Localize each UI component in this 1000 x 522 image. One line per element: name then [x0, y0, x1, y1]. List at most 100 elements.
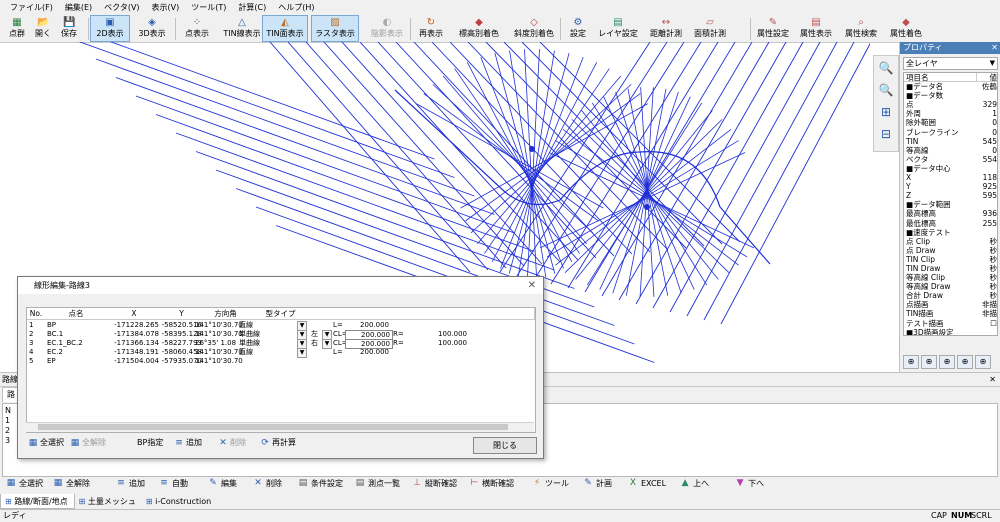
route-action-button[interactable]: ⚡ ツール	[532, 478, 569, 489]
horizontal-scrollbar[interactable]	[26, 422, 534, 432]
toolbar-button-tin-surface[interactable]: ◭ TIN面表示	[262, 15, 308, 42]
toolbar-button-2d-view[interactable]: ▣ 2D表示	[90, 15, 130, 42]
delete-button[interactable]: ✕ 削除	[218, 437, 246, 448]
route-action-button[interactable]: ▤ 測点一覧	[355, 478, 400, 489]
toolbar-button-elevation-color[interactable]: ◆ 標高別着色	[455, 16, 503, 41]
tool-c-icon[interactable]: ⊕	[939, 355, 955, 369]
property-row[interactable]: テスト描画 ☐	[904, 319, 997, 328]
property-row[interactable]: 最高標高 936	[904, 209, 997, 218]
route-action-button[interactable]: ▲ 上へ	[680, 478, 709, 489]
column-header[interactable]: Y	[161, 308, 203, 320]
toolbar-button-attribute-color[interactable]: ◆ 属性着色	[886, 16, 926, 41]
route-action-button[interactable]: ⊢ 横断確認	[469, 478, 514, 489]
toolbar-button-3d-view[interactable]: ◈ 3D表示	[133, 16, 171, 41]
property-row[interactable]: X 118	[904, 173, 997, 182]
column-header[interactable]: X	[107, 308, 162, 320]
route-action-button[interactable]: ▼ 下へ	[735, 478, 764, 489]
property-row[interactable]: 等高線 Draw 秒	[904, 282, 997, 291]
view-tab[interactable]: ⊞ i-Construction	[142, 494, 217, 508]
add-button[interactable]: ≡ 追加	[174, 437, 202, 448]
route-action-button[interactable]: ⊥ 縦断確認	[412, 478, 457, 489]
tool-d-icon[interactable]: ⊕	[957, 355, 973, 369]
layer-select[interactable]: 全レイヤ ▼	[903, 57, 998, 70]
property-row[interactable]: Z 595	[904, 191, 997, 200]
zoom-out-icon[interactable]: 🔍	[876, 80, 896, 100]
property-row[interactable]: ■データ数	[904, 91, 997, 100]
menu-tools[interactable]: ツール(T)	[185, 2, 232, 13]
close-button[interactable]: 閉じる	[473, 437, 537, 454]
property-row[interactable]: ■データ名 佐鶴	[904, 82, 997, 91]
type-dropdown-icon[interactable]: ▼	[297, 348, 307, 358]
route-action-button[interactable]: ≡ 追加	[116, 478, 145, 489]
property-row[interactable]: 点描画 非描	[904, 300, 997, 309]
recalc-button[interactable]: ⟳ 再計算	[260, 437, 296, 448]
menu-vector[interactable]: ベクタ(V)	[98, 2, 145, 13]
view-tab[interactable]: ⊞ 路線/断面/地点	[0, 494, 75, 509]
menu-view[interactable]: 表示(V)	[146, 2, 186, 13]
column-header[interactable]: 型タイプ	[249, 308, 313, 320]
zoom-all-icon[interactable]: ⊟	[876, 124, 896, 144]
property-row[interactable]: Y 925	[904, 182, 997, 191]
zoom-window-icon[interactable]: ⊞	[876, 102, 896, 122]
toolbar-button-point-cloud[interactable]: ▦ 点群	[4, 16, 30, 41]
tool-e-icon[interactable]: ⊕	[975, 355, 991, 369]
property-row[interactable]: ■速度テスト	[904, 228, 997, 237]
property-row[interactable]: 等高線 Clip 秒	[904, 273, 997, 282]
property-row[interactable]: ■データ中心	[904, 164, 997, 173]
toolbar-button-attribute-settings[interactable]: ✎ 属性設定	[752, 16, 794, 41]
toolbar-button-slope-color[interactable]: ◇ 斜度別着色	[510, 16, 558, 41]
route-action-button[interactable]: ▤ 条件設定	[298, 478, 343, 489]
route-action-button[interactable]: ▦ 全選択	[6, 478, 43, 489]
toolbar-button-tin-line[interactable]: △ TIN線表示	[222, 16, 262, 41]
view-tab[interactable]: ⊞ 土量メッシュ	[75, 494, 142, 508]
route-action-button[interactable]: ≡ 自動	[159, 478, 188, 489]
menu-calc[interactable]: 計算(C)	[232, 2, 272, 13]
property-row[interactable]: ベクタ 554	[904, 155, 997, 164]
deselect-all-button[interactable]: ▦ 全解除	[70, 437, 106, 448]
property-row[interactable]: 点 Draw 秒	[904, 246, 997, 255]
toolbar-button-point-display[interactable]: ⁘ 点表示	[178, 16, 216, 41]
route-action-button[interactable]: X EXCEL	[628, 478, 666, 488]
side-dropdown-icon[interactable]: ▼	[322, 339, 332, 349]
property-row[interactable]: TIN Clip 秒	[904, 255, 997, 264]
property-row[interactable]: 点 329	[904, 100, 997, 109]
property-row[interactable]: 除外範囲 0	[904, 118, 997, 127]
property-row[interactable]: TIN 545	[904, 137, 997, 146]
tool-a-icon[interactable]: ⊕	[903, 355, 919, 369]
menu-edit[interactable]: 編集(E)	[59, 2, 98, 13]
property-row[interactable]: ■データ範囲	[904, 200, 997, 209]
property-row[interactable]: TIN描画 非描	[904, 309, 997, 318]
route-action-button[interactable]: ✕ 削除	[253, 478, 282, 489]
toolbar-button-shade[interactable]: ◐ 陰影表示	[366, 16, 408, 41]
toolbar-button-open[interactable]: 📂 開く	[30, 16, 56, 41]
column-header[interactable]: No.	[27, 308, 46, 320]
column-header[interactable]: 点名	[45, 308, 108, 320]
toolbar-button-area-measure[interactable]: ▱ 面積計測	[691, 16, 729, 41]
property-row[interactable]: ブレークライン 0	[904, 128, 997, 137]
toolbar-button-redraw[interactable]: ↻ 再表示	[415, 16, 447, 41]
property-row[interactable]: 最低標高 255	[904, 219, 997, 228]
toolbar-button-raster[interactable]: ▨ ラスタ表示	[311, 15, 359, 42]
toolbar-button-attribute-search[interactable]: ⌕ 属性検索	[840, 16, 882, 41]
property-row[interactable]: ■3D描画設定	[904, 328, 997, 335]
close-icon[interactable]: ✕	[989, 373, 996, 386]
route-action-button[interactable]: ✎ 編集	[208, 478, 237, 489]
tool-b-icon[interactable]: ⊕	[921, 355, 937, 369]
toolbar-button-save[interactable]: 💾 保存	[56, 16, 82, 41]
menu-help[interactable]: ヘルプ(H)	[272, 2, 320, 13]
select-all-button[interactable]: ▦ 全選択	[28, 437, 64, 448]
bp-button[interactable]: BP指定	[137, 437, 163, 448]
property-row[interactable]: 外周 1	[904, 109, 997, 118]
close-icon[interactable]: ✕	[528, 277, 536, 294]
property-row[interactable]: 合計 Draw 秒	[904, 291, 997, 300]
toolbar-button-layer-settings[interactable]: ▤ レイヤ設定	[597, 16, 639, 41]
property-row[interactable]: 等高線 0	[904, 146, 997, 155]
toolbar-button-attribute-display[interactable]: ▤ 属性表示	[796, 16, 836, 41]
route-action-button[interactable]: ✎ 計画	[583, 478, 612, 489]
zoom-in-icon[interactable]: 🔍	[876, 58, 896, 78]
route-action-button[interactable]: ▦ 全解除	[53, 478, 90, 489]
property-row[interactable]: TIN Draw 秒	[904, 264, 997, 273]
property-row[interactable]: 点 Clip 秒	[904, 237, 997, 246]
scrollbar-thumb[interactable]	[38, 424, 508, 430]
close-icon[interactable]: ✕	[991, 42, 998, 54]
